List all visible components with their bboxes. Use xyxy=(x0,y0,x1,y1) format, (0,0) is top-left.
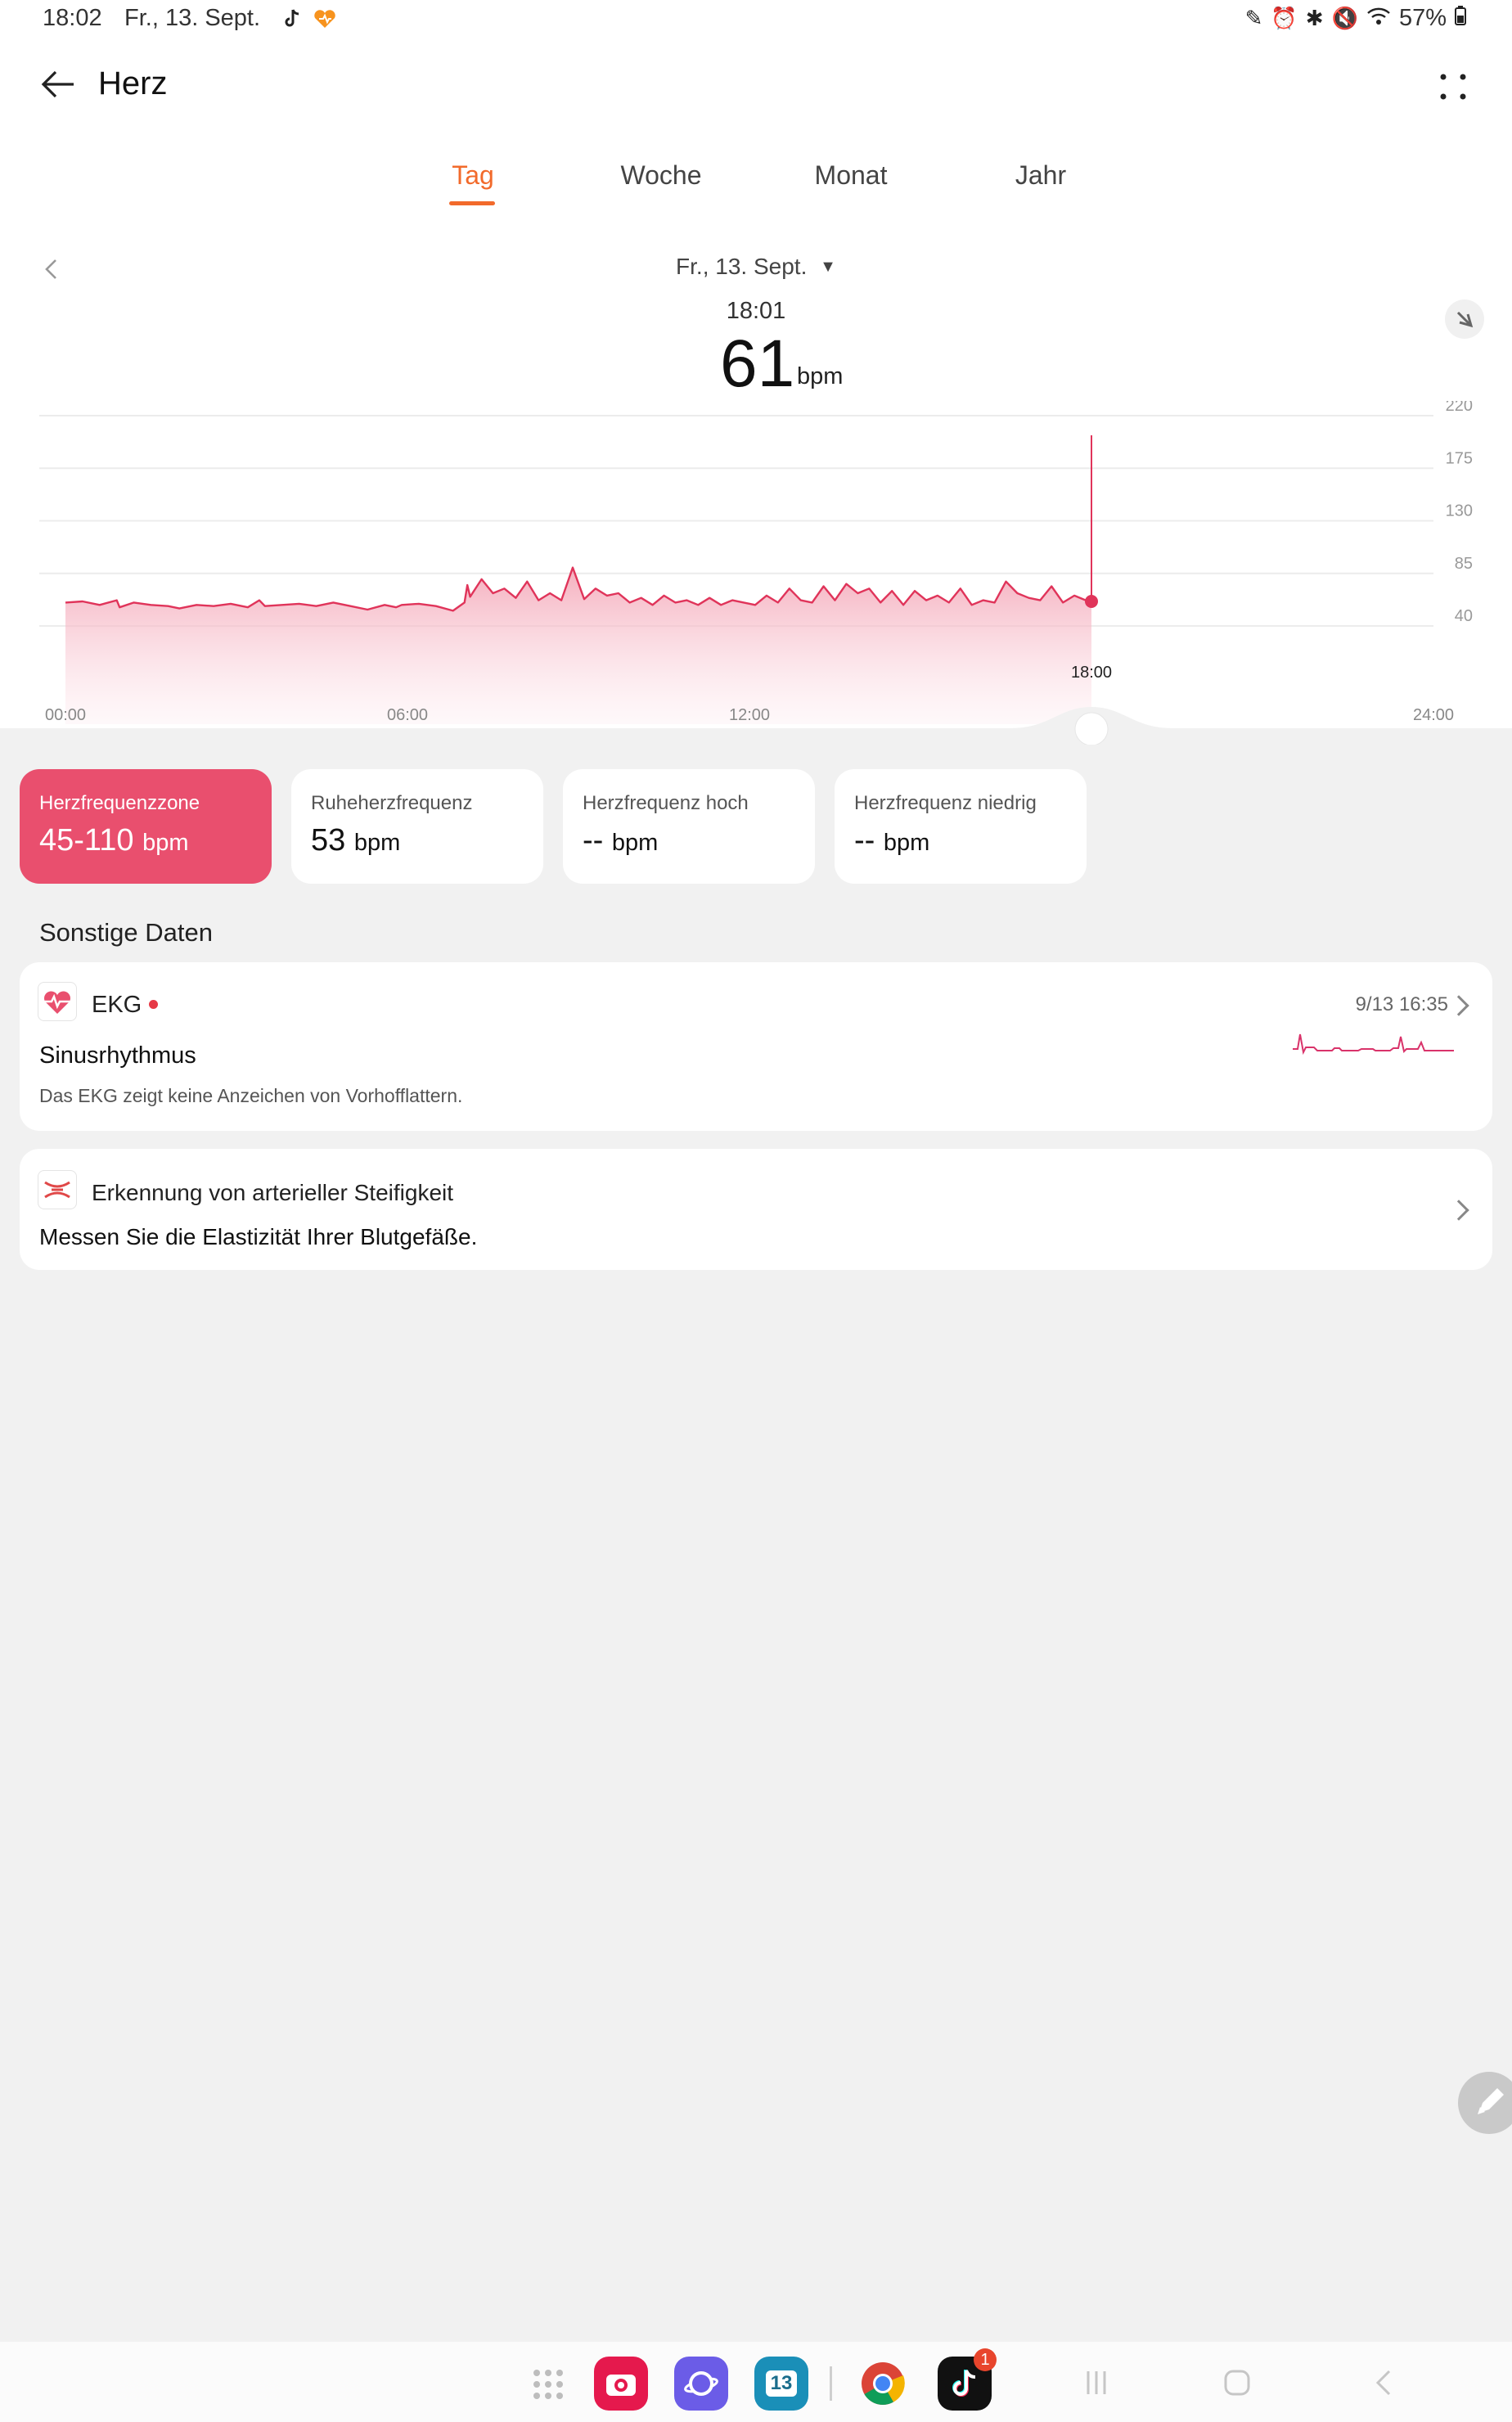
wifi-icon xyxy=(1366,6,1391,31)
tab-monat[interactable]: Monat xyxy=(803,160,898,191)
samsung-internet-icon[interactable] xyxy=(674,2357,728,2411)
tab-jahr[interactable]: Jahr xyxy=(1000,160,1082,191)
calendar-app-icon[interactable]: 13 xyxy=(754,2357,808,2411)
stiffness-subtitle: Messen Sie die Elastizität Ihrer Blutgef… xyxy=(39,1224,478,1249)
battery-icon xyxy=(1455,6,1466,31)
tiktok-notification-icon xyxy=(283,8,301,29)
section-title: Sonstige Daten xyxy=(39,918,213,947)
active-tab-indicator xyxy=(449,201,495,205)
heart-rate-chart[interactable]: 18:00 220 175 130 85 40 00:00 06:00 12:00 24:00 xyxy=(0,401,1512,745)
y-tick-label: 175 xyxy=(1446,449,1473,467)
selected-date: Fr., 13. Sept. xyxy=(676,254,808,279)
dropdown-arrow-icon: ▼ xyxy=(820,258,836,276)
stat-value: -- bpm xyxy=(583,823,659,858)
chrome-app-icon[interactable] xyxy=(856,2357,910,2411)
stat-value: 45-110 bpm xyxy=(39,823,189,858)
selection-marker-label: 18:00 xyxy=(1071,664,1112,682)
ekg-heart-icon xyxy=(38,982,77,1021)
stat-card-heart-rate-high[interactable]: Herzfrequenz hoch -- bpm xyxy=(563,769,815,884)
bluetooth-icon: ✱ xyxy=(1305,6,1324,30)
home-button[interactable] xyxy=(1222,2368,1252,2397)
status-time: 18:02 xyxy=(43,5,102,31)
stat-label: Ruheherzfrequenz xyxy=(311,792,473,814)
home-icon xyxy=(1224,2370,1250,2396)
stat-value: -- bpm xyxy=(854,823,930,858)
recent-apps-button[interactable] xyxy=(1082,2368,1111,2397)
page-title: Herz xyxy=(98,65,168,101)
stat-card-heart-rate-zone[interactable]: Herzfrequenzzone 45-110 bpm xyxy=(20,769,272,884)
chevron-right-icon xyxy=(1448,1200,1469,1221)
camera-app-icon[interactable] xyxy=(594,2357,648,2411)
selected-bpm-value: 61 xyxy=(720,326,795,401)
ekg-note: Das EKG zeigt keine Anzeichen von Vorhof… xyxy=(39,1085,463,1106)
y-tick-label: 130 xyxy=(1446,502,1473,520)
new-indicator-dot xyxy=(149,1000,158,1009)
stat-card-heart-rate-low[interactable]: Herzfrequenz niedrig -- bpm xyxy=(835,769,1087,884)
dots-grid-icon xyxy=(1440,74,1466,100)
x-tick-label: 12:00 xyxy=(729,706,770,724)
fullscreen-button[interactable] xyxy=(1445,299,1484,339)
artery-icon xyxy=(38,1170,77,1209)
back-button[interactable] xyxy=(39,65,77,103)
stat-value: 53 bpm xyxy=(311,823,401,858)
more-options-button[interactable] xyxy=(1437,70,1469,103)
system-back-button[interactable] xyxy=(1370,2368,1399,2397)
edit-button[interactable] xyxy=(1458,2072,1512,2134)
status-icons: ✎ ⏰ ✱ 🔇 57% xyxy=(1245,5,1466,32)
ekg-timestamp: 9/13 16:35 xyxy=(1355,993,1448,1015)
chevron-right-icon xyxy=(1448,995,1469,1016)
notification-badge: 1 xyxy=(974,2348,997,2371)
tab-tag[interactable]: Tag xyxy=(442,160,504,191)
status-date: Fr., 13. Sept. xyxy=(124,5,261,31)
scrubber-handle[interactable] xyxy=(1074,712,1109,745)
battery-percent: 57% xyxy=(1398,5,1447,31)
back-arrow-icon xyxy=(41,70,74,98)
ekg-result: Sinusrhythmus xyxy=(39,1042,196,1069)
stat-card-resting-heart-rate[interactable]: Ruheherzfrequenz 53 bpm xyxy=(291,769,543,884)
date-selector[interactable]: Fr., 13. Sept. ▼ xyxy=(0,254,1512,280)
tab-woche[interactable]: Woche xyxy=(612,160,710,191)
health-app-notification-icon xyxy=(313,8,337,29)
ekg-card[interactable]: EKG 9/13 16:35 Sinusrhythmus Das EKG zei… xyxy=(20,962,1492,1131)
ekg-title: EKG xyxy=(92,992,142,1018)
x-tick-label: 24:00 xyxy=(1413,706,1454,724)
selected-time: 18:01 xyxy=(726,298,786,324)
dock-divider xyxy=(830,2366,832,2401)
selected-bpm-unit: bpm xyxy=(797,363,844,389)
x-tick-label: 06:00 xyxy=(387,706,428,724)
alarm-icon: ⏰ xyxy=(1271,6,1298,30)
mute-icon: 🔇 xyxy=(1331,6,1358,30)
collapse-icon xyxy=(1456,311,1474,328)
recents-icon xyxy=(1087,2371,1106,2394)
stat-label: Herzfrequenz hoch xyxy=(583,792,749,814)
y-tick-label: 40 xyxy=(1455,607,1473,625)
y-tick-label: 220 xyxy=(1446,401,1473,415)
pencil-icon xyxy=(1478,2088,1504,2114)
calendar-day: 13 xyxy=(765,2370,798,2397)
x-tick-label: 00:00 xyxy=(45,706,86,724)
stat-label: Herzfrequenzzone xyxy=(39,792,200,814)
stiffness-title: Erkennung von arterieller Steifigkeit xyxy=(92,1180,454,1205)
arterial-stiffness-card[interactable]: Erkennung von arterieller Steifigkeit Me… xyxy=(20,1149,1492,1270)
selection-marker-point xyxy=(1085,595,1098,609)
ekg-preview-waveform xyxy=(1293,1033,1454,1056)
pen-icon: ✎ xyxy=(1244,6,1263,30)
stat-label: Herzfrequenz niedrig xyxy=(854,792,1037,814)
app-drawer-icon[interactable] xyxy=(530,2366,566,2402)
y-tick-label: 85 xyxy=(1455,555,1473,573)
heart-rate-area xyxy=(65,567,1091,724)
chevron-left-icon xyxy=(1375,2370,1391,2396)
